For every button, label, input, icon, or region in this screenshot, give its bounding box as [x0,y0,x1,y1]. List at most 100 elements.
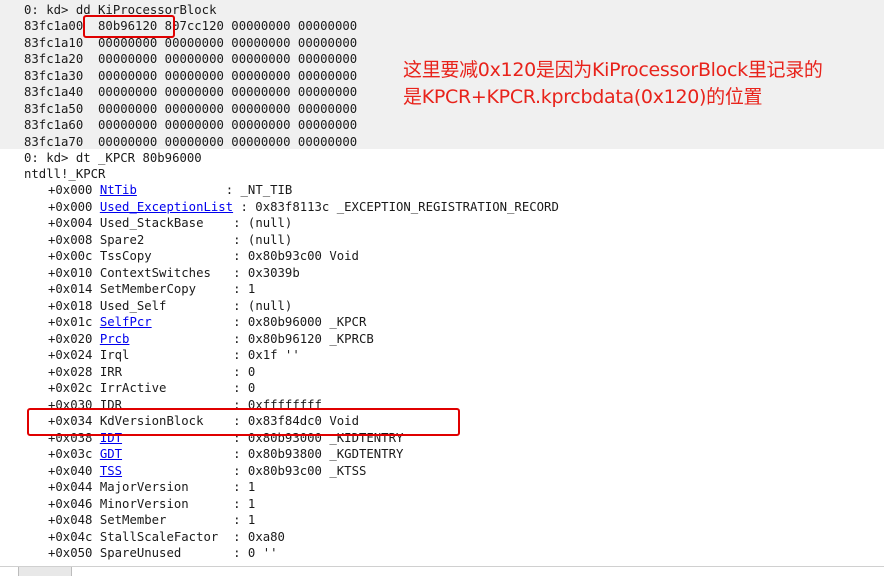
field-row: +0x01c SelfPcr : 0x80b96000 _KPCR [48,314,366,330]
field-row: +0x050 SpareUnused : 0 '' [48,545,278,561]
field-value: : 0 '' [233,546,278,560]
field-padding [129,348,233,362]
field-name: Irql [99,348,130,362]
field-padding [166,513,233,527]
field-value: : _NT_TIB [225,183,293,197]
field-row: +0x018 Used_Self : (null) [48,298,292,314]
annotation-line-2: 是KPCR+KPCR.kprcbdata(0x120)的位置 [403,86,763,108]
dump-row: 83fc1a30 00000000 00000000 00000000 0000… [24,68,358,83]
field-padding [233,200,240,214]
field-offset: +0x018 [48,298,100,313]
field-padding [152,315,233,329]
field-value: : 0x80b93c00 _KTSS [233,463,367,478]
field-offset: +0x004 [48,216,100,230]
field-padding [122,447,233,461]
field-row: +0x046 MinorVersion : 1 [48,496,255,512]
dump-row: 83fc1a20 00000000 00000000 00000000 0000… [24,52,358,66]
field-row: +0x028 IRR : 0 [48,364,255,380]
field-row: +0x04c StallScaleFactor : 0xa80 [48,529,285,545]
field-padding [122,365,233,379]
field-offset: +0x020 [48,331,100,346]
type-name: ntdll!_KPCR [24,167,106,181]
field-row: +0x004 Used_StackBase : (null) [48,215,292,231]
field-value: : 0 [233,364,256,379]
field-offset: +0x046 [48,496,100,511]
field-name: IRR [99,364,123,379]
field-value: : 0xa80 [233,529,285,544]
field-offset: +0x000 [48,199,100,214]
field-padding [196,282,233,296]
field-name: ContextSwitches [99,265,211,280]
field-offset: +0x01c [48,315,100,329]
highlight-box-kdversionblock [27,408,460,436]
field-offset: +0x050 [48,546,100,560]
field-value: : 0x80b96120 _KPRCB [233,331,374,346]
field-offset: +0x010 [48,265,100,280]
highlight-box-prcb-pointer [83,15,175,38]
field-padding [137,183,226,197]
field-offset: +0x02c [48,381,100,395]
field-offset: +0x04c [48,529,100,544]
field-offset: +0x040 [48,463,100,478]
field-value: : 1 [233,282,256,296]
field-offset: +0x028 [48,364,100,379]
annotation-text: 这里要减0x120是因为KiProcessorBlock里记录的 是KPCR+K… [403,57,823,111]
field-row: +0x014 SetMemberCopy : 1 [48,281,255,297]
field-padding [129,332,233,346]
field-value: : 1 [233,496,256,511]
field-offset: +0x044 [48,480,100,494]
field-value: : 0x1f '' [233,348,300,362]
field-row: +0x03c GDT : 0x80b93800 _KGDTENTRY [48,446,403,462]
field-name: MajorVersion [99,480,189,494]
field-name: SetMember [99,513,167,527]
field-name-link[interactable]: NtTib [100,183,137,197]
field-padding [166,381,233,395]
field-name: Used_Self [99,298,167,313]
field-name: SetMemberCopy [99,282,197,296]
field-offset: +0x00c [48,249,100,263]
field-value: : (null) [233,232,293,247]
field-name: Used_StackBase [99,216,204,230]
field-offset: +0x014 [48,282,100,296]
annotation-line-1: 这里要减0x120是因为KiProcessorBlock里记录的 [403,59,823,81]
field-value: : 0x83f8113c _EXCEPTION_REGISTRATION_REC… [240,199,559,214]
field-padding [203,216,233,230]
field-row: +0x02c IrrActive : 0 [48,380,255,396]
field-row: +0x048 SetMember : 1 [48,512,255,528]
field-row: +0x044 MajorVersion : 1 [48,479,255,495]
field-name-link[interactable]: Prcb [100,332,130,346]
dump-row: 83fc1a60 00000000 00000000 00000000 0000… [24,118,358,132]
field-row: +0x008 Spare2 : (null) [48,232,292,248]
dump-row: 83fc1a00 80b96120 807cc120 00000000 0000… [24,19,358,33]
field-value: : 0x80b96000 _KPCR [233,315,367,329]
field-padding [181,546,233,560]
field-name-link[interactable]: Used_ExceptionList [100,200,233,214]
field-name-link[interactable]: GDT [100,447,122,461]
field-value: : 0x3039b [233,265,300,280]
dump-row: 83fc1a10 00000000 00000000 00000000 0000… [24,35,358,50]
field-offset: +0x008 [48,232,100,247]
field-value: : (null) [233,298,293,313]
field-row: +0x000 Used_ExceptionList : 0x83f8113c _… [48,199,559,215]
field-row: +0x024 Irql : 0x1f '' [48,347,300,363]
field-name-link[interactable]: TSS [100,464,122,478]
dump-row: 83fc1a70 00000000 00000000 00000000 0000… [24,134,358,149]
dt-command-line[interactable]: 0: kd> dt _KPCR 80b96000 [24,150,202,166]
field-padding [218,530,233,544]
field-value: : 0x80b93c00 Void [233,249,359,263]
field-padding [189,480,233,494]
field-padding [189,497,233,511]
field-name-link[interactable]: SelfPcr [100,315,152,329]
dump-row: 83fc1a50 00000000 00000000 00000000 0000… [24,101,358,116]
field-padding [122,464,233,478]
field-value: : 1 [233,480,256,494]
field-padding [144,233,233,247]
field-offset: +0x048 [48,513,100,527]
field-name: IrrActive [99,381,167,395]
field-name: MinorVersion [99,496,189,511]
field-name: TssCopy [99,249,152,263]
field-padding [152,249,233,263]
field-value: : 1 [233,513,256,527]
field-row: +0x00c TssCopy : 0x80b93c00 Void [48,248,359,264]
field-row: +0x040 TSS : 0x80b93c00 _KTSS [48,463,366,479]
